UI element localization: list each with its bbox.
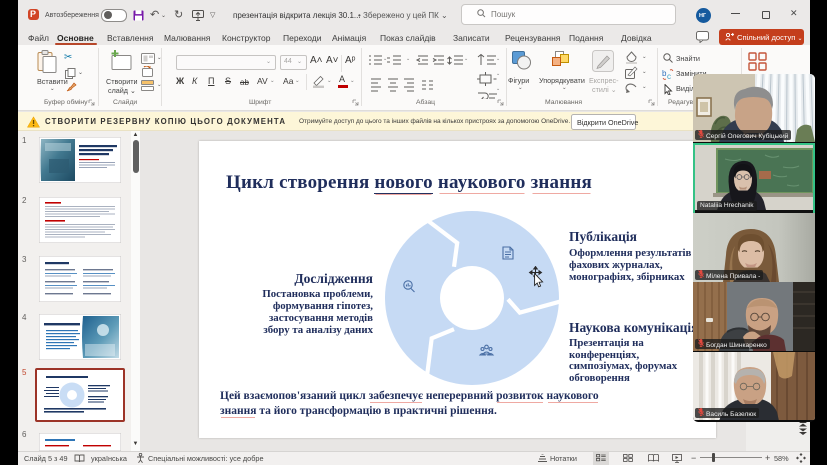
svg-text:c: c (667, 72, 671, 80)
